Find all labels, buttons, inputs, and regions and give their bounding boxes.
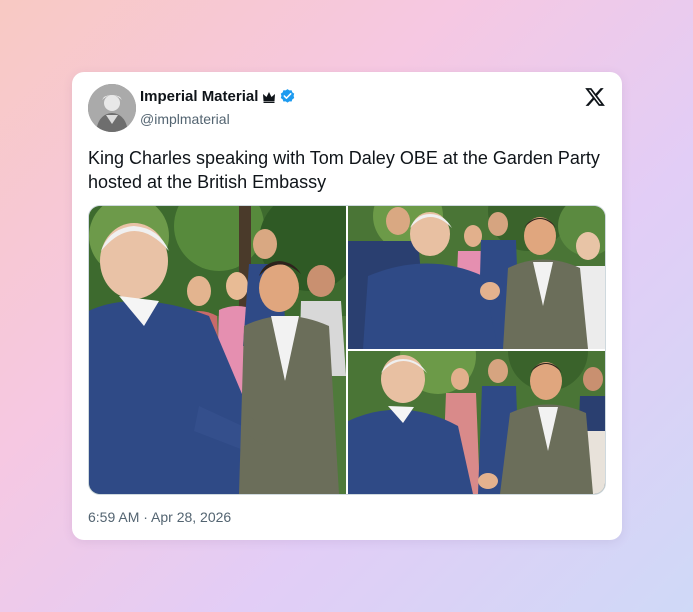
tweet-timestamp[interactable]: 6:59 AM · Apr 28, 2026 [88, 509, 231, 525]
tweet-card: Imperial Material @implmaterial King Cha… [72, 72, 622, 540]
tweet-text: King Charles speaking with Tom Daley OBE… [88, 148, 600, 192]
photo-handshake-wide[interactable] [89, 206, 346, 494]
author-name-row[interactable]: Imperial Material [140, 88, 296, 105]
author-handle[interactable]: @implmaterial [140, 111, 230, 127]
photo-handshake-wide-image [89, 206, 346, 494]
author-avatar[interactable] [88, 84, 136, 132]
photo-conversation-bottom-image [348, 351, 605, 494]
x-logo-icon[interactable] [584, 86, 606, 108]
author-name[interactable]: Imperial Material [140, 88, 258, 105]
crown-icon [263, 91, 276, 103]
photo-conversation-top-image [348, 206, 605, 349]
avatar-image [88, 84, 136, 132]
photo-conversation-bottom[interactable] [348, 351, 605, 494]
media-grid [88, 205, 606, 495]
verified-badge-icon [281, 89, 295, 103]
photo-conversation-top[interactable] [348, 206, 605, 349]
